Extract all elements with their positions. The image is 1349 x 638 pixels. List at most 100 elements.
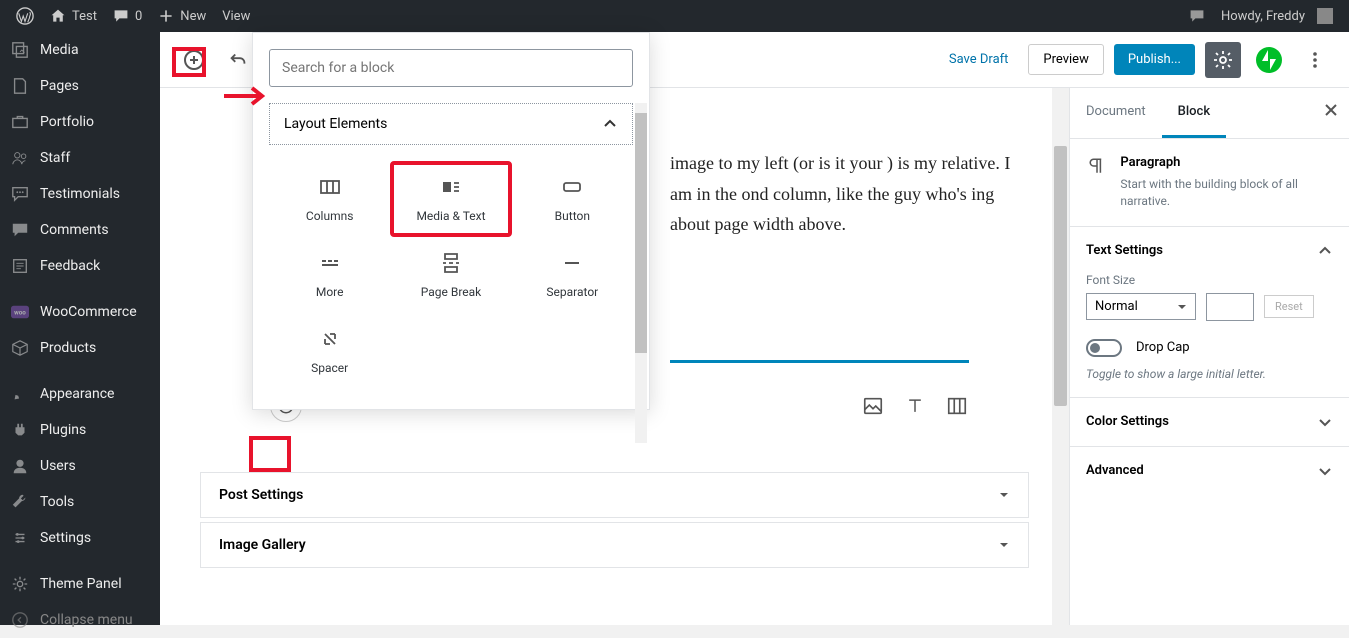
- font-size-select[interactable]: Normal: [1086, 293, 1196, 320]
- add-block-button[interactable]: [176, 42, 212, 78]
- sidebar-item-plugins[interactable]: Plugins: [0, 412, 160, 448]
- sidebar-item-woocommerce[interactable]: wooWooCommerce: [0, 294, 160, 330]
- sidebar-item-media[interactable]: Media: [0, 32, 160, 68]
- button-icon: [560, 175, 584, 199]
- pagebreak-icon: [439, 251, 463, 275]
- block-option-columns[interactable]: Columns: [269, 161, 390, 237]
- block-label: Media & Text: [416, 209, 485, 223]
- settings-toggle-button[interactable]: [1205, 42, 1241, 78]
- sidebar-item-staff[interactable]: Staff: [0, 140, 160, 176]
- caret-down-icon: [998, 489, 1010, 501]
- color-settings-header[interactable]: Color Settings: [1086, 414, 1333, 430]
- save-draft-button[interactable]: Save Draft: [939, 46, 1019, 73]
- feedback-icon: [10, 256, 30, 276]
- paragraph-block[interactable]: image to my left (or is it your ) is my …: [670, 148, 1029, 240]
- sidebar-item-products[interactable]: Products: [0, 330, 160, 366]
- sidebar-item-pages[interactable]: Pages: [0, 68, 160, 104]
- sidebar-item-comments[interactable]: Comments: [0, 212, 160, 248]
- canvas-scrollbar[interactable]: [1052, 88, 1069, 625]
- comment-icon: [1189, 8, 1205, 24]
- sidebar-label: Products: [40, 340, 96, 356]
- tab-block[interactable]: Block: [1162, 88, 1226, 138]
- chevron-down-icon: [1317, 414, 1333, 430]
- sidebar-item-tools[interactable]: Tools: [0, 484, 160, 520]
- inserter-scrollbar[interactable]: [635, 103, 647, 443]
- section-title: Text Settings: [1086, 243, 1163, 258]
- wp-logo[interactable]: [8, 0, 42, 32]
- jetpack-button[interactable]: [1251, 42, 1287, 78]
- block-name: Paragraph: [1120, 155, 1333, 170]
- sidebar-item-theme-panel[interactable]: Theme Panel: [0, 566, 160, 602]
- sidebar-item-collapse[interactable]: Collapse menu: [0, 602, 160, 638]
- close-settings-button[interactable]: [1323, 102, 1339, 118]
- sidebar-item-settings[interactable]: Settings: [0, 520, 160, 556]
- advanced-header[interactable]: Advanced: [1086, 463, 1333, 479]
- site-link[interactable]: Test: [42, 0, 105, 32]
- sidebar-label: Feedback: [40, 258, 100, 274]
- new-label: New: [180, 9, 206, 24]
- block-option-more[interactable]: More: [269, 237, 390, 313]
- more-icon: [318, 251, 342, 275]
- block-description: Start with the building block of all nar…: [1120, 176, 1333, 210]
- caret-down-icon: [1177, 302, 1187, 312]
- comments-count: 0: [135, 9, 142, 24]
- columns-icon: [946, 395, 968, 417]
- sidebar-label: Testimonials: [40, 186, 120, 202]
- preview-button[interactable]: Preview: [1028, 44, 1103, 75]
- block-option-spacer[interactable]: Spacer: [269, 313, 390, 389]
- sidebar-label: Appearance: [40, 386, 114, 402]
- publish-button[interactable]: Publish...: [1114, 44, 1195, 75]
- meta-panel-label: Post Settings: [219, 487, 303, 503]
- sidebar-label: Users: [40, 458, 76, 474]
- sidebar-item-feedback[interactable]: Feedback: [0, 248, 160, 284]
- sidebar-item-testimonials[interactable]: Testimonials: [0, 176, 160, 212]
- tab-document[interactable]: Document: [1070, 88, 1162, 138]
- text-settings-header[interactable]: Text Settings: [1086, 243, 1333, 259]
- site-title: Test: [72, 9, 97, 24]
- new-link[interactable]: New: [150, 0, 214, 32]
- settings-scrollbar[interactable]: [1069, 88, 1070, 625]
- comment-icon: [113, 8, 129, 24]
- howdy-link[interactable]: Howdy, Freddy: [1213, 0, 1341, 32]
- sidebar-item-appearance[interactable]: Appearance: [0, 376, 160, 412]
- block-inserter-popup: Layout Elements Columns Media & Text But…: [252, 32, 650, 410]
- view-link[interactable]: View: [214, 0, 258, 32]
- sidebar-label: Collapse menu: [40, 612, 133, 628]
- admin-bar: Test 0 New View Howdy, Freddy: [0, 0, 1349, 32]
- inserter-category-header[interactable]: Layout Elements: [269, 103, 633, 145]
- block-search-input[interactable]: [269, 49, 633, 87]
- sidebar-label: Media: [40, 42, 79, 58]
- block-option-separator[interactable]: Separator: [512, 237, 633, 313]
- chevron-up-icon: [1317, 243, 1333, 259]
- block-label: Button: [555, 209, 590, 223]
- block-label: Spacer: [311, 361, 348, 375]
- meta-panel-image-gallery[interactable]: Image Gallery: [200, 522, 1029, 568]
- font-size-input[interactable]: [1206, 293, 1254, 321]
- avatar: [1317, 8, 1333, 24]
- columns-icon: [318, 175, 342, 199]
- reset-button[interactable]: Reset: [1264, 295, 1314, 318]
- image-block-shortcut[interactable]: [861, 394, 885, 418]
- more-options-button[interactable]: [1297, 42, 1333, 78]
- block-shortcut-toolbar: [861, 394, 969, 418]
- annotation-arrow: [222, 84, 270, 108]
- meta-panel-post-settings[interactable]: Post Settings: [200, 472, 1029, 518]
- sidebar-label: Tools: [40, 494, 74, 510]
- sidebar-item-portfolio[interactable]: Portfolio: [0, 104, 160, 140]
- columns-block-shortcut[interactable]: [945, 394, 969, 418]
- sidebar-label: WooCommerce: [40, 304, 137, 320]
- heading-block-shortcut[interactable]: [903, 394, 927, 418]
- block-option-button[interactable]: Button: [512, 161, 633, 237]
- comments-link[interactable]: 0: [105, 0, 150, 32]
- block-label: Columns: [306, 209, 354, 223]
- notification-link[interactable]: [1181, 0, 1213, 32]
- plugins-icon: [10, 420, 30, 440]
- gear-icon: [10, 574, 30, 594]
- sidebar-item-users[interactable]: Users: [0, 448, 160, 484]
- undo-button[interactable]: [220, 42, 256, 78]
- block-option-media-text[interactable]: Media & Text: [390, 161, 511, 237]
- drop-cap-toggle[interactable]: [1086, 339, 1122, 357]
- block-option-page-break[interactable]: Page Break: [390, 237, 511, 313]
- comments-icon: [10, 220, 30, 240]
- wordpress-icon: [16, 7, 34, 25]
